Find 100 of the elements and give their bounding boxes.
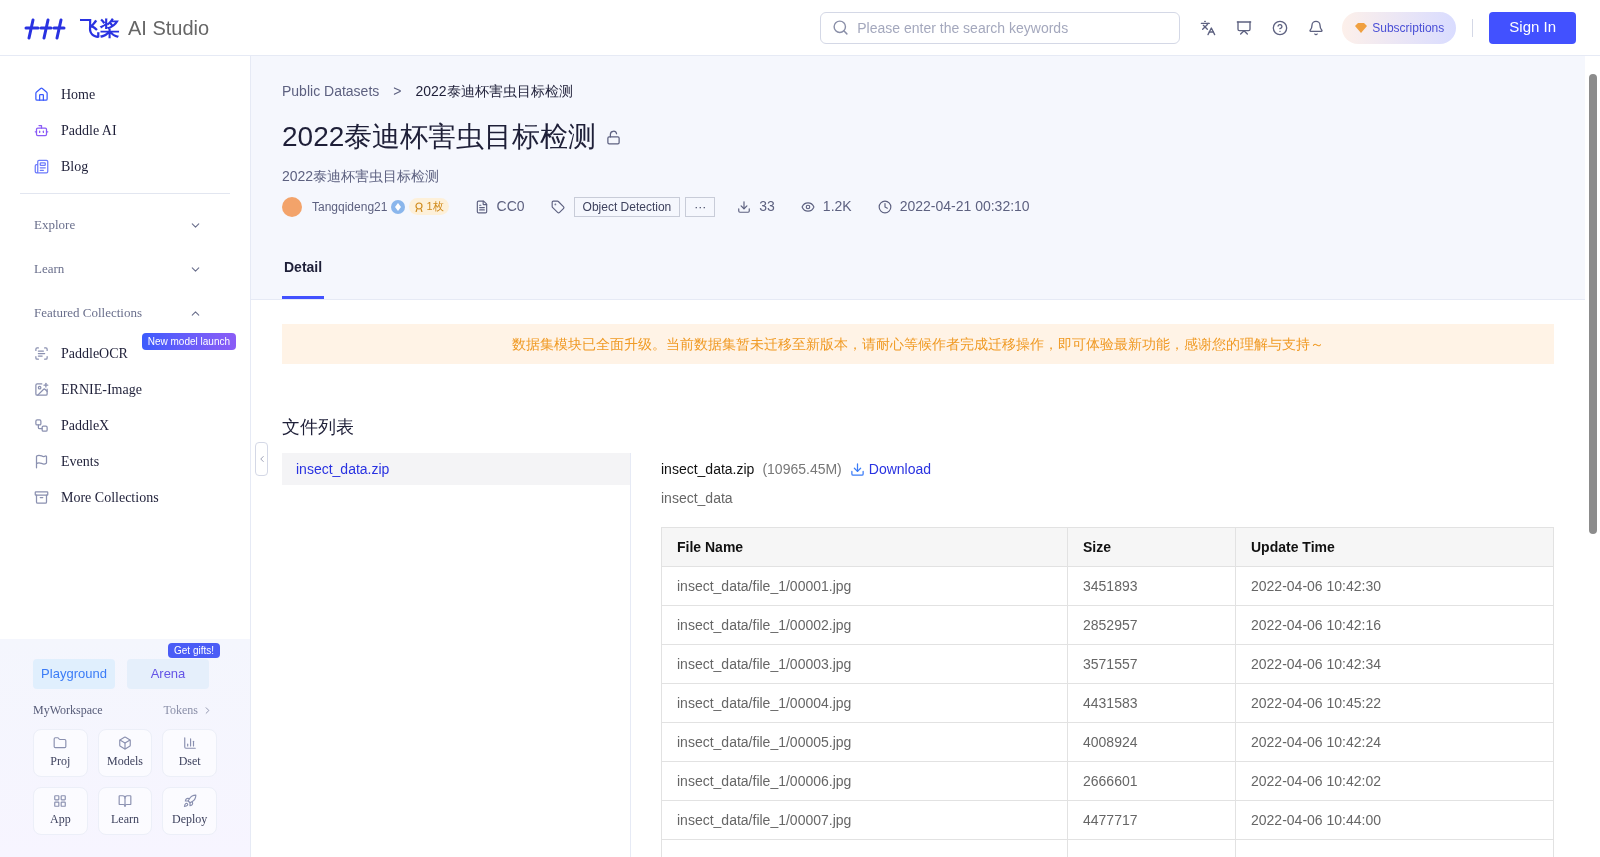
table-cell: 2022-04-06 10:42:30: [1235, 566, 1554, 606]
section-heading: 文件列表: [282, 416, 355, 439]
breadcrumb-link[interactable]: Public Datasets: [282, 81, 380, 102]
search-icon: [832, 18, 850, 36]
views-icon: [800, 199, 815, 214]
table-cell: 2852957: [1067, 605, 1236, 645]
sidebar-item[interactable]: Events: [20, 443, 114, 479]
workspace-tile[interactable]: Proj: [33, 729, 88, 777]
table-cell: insect_data/file_1/00002.jpg: [661, 605, 1068, 645]
table-cell: 3571557: [1067, 644, 1236, 684]
arena-button[interactable]: Arena: [127, 659, 209, 689]
column-header: Size: [1067, 527, 1236, 567]
download-count: 33: [759, 197, 775, 216]
section-header[interactable]: Featured Collections: [20, 291, 230, 335]
subscriptions-button[interactable]: Subscriptions: [1342, 11, 1457, 44]
table-cell: 2666601: [1067, 761, 1236, 801]
table-cell: 2022-04-06 10:42:02: [1235, 761, 1554, 801]
sidebar-item[interactable]: Home: [20, 76, 230, 112]
rocket-icon: [182, 794, 197, 808]
table-cell: 2022-04-06 10:42:16: [1235, 605, 1554, 645]
file-name: insect_data.zip: [661, 460, 755, 479]
column-header: Update Time: [1235, 527, 1554, 567]
screen-icon[interactable]: [1236, 19, 1253, 36]
download-count-icon: [737, 199, 752, 214]
avatar: [282, 196, 302, 217]
table-cell: 2022-04-06 10:44:00: [1235, 800, 1554, 840]
table-cell: 4477717: [1067, 800, 1236, 840]
table-cell: insect_data/file_1/00004.jpg: [661, 683, 1068, 723]
gifts-badge: Get gifts!: [168, 643, 220, 658]
verified-icon: [391, 199, 406, 214]
search-field[interactable]: Please enter the search keywords: [820, 11, 1181, 44]
clock-icon: [877, 199, 892, 214]
workspace-tile[interactable]: App: [33, 787, 88, 835]
chart-icon: [182, 736, 197, 750]
section-header[interactable]: Learn: [20, 247, 230, 291]
lock-icon: [606, 129, 622, 145]
workspace-tile[interactable]: Models: [97, 729, 153, 777]
home-icon: [34, 86, 49, 102]
sidebar-item[interactable]: PaddleX: [20, 407, 124, 443]
more-icon: [34, 489, 49, 505]
workspace-tile[interactable]: Deploy: [162, 787, 217, 835]
logo-cn-text: 飞桨: [80, 15, 120, 41]
notice-banner: 数据集模块已全面升级。当前数据集暂未迁移至新版本，请耐心等候作者完成迁移操作，即可体验最新功能，感谢您的理解与支持～: [282, 324, 1554, 364]
notification-icon[interactable]: [1308, 19, 1325, 36]
workspace-tile[interactable]: Dset: [162, 729, 217, 777]
sidebar-item[interactable]: PaddleOCR: [20, 335, 142, 371]
table-cell: 4431583: [1067, 683, 1236, 723]
blog-icon: [34, 158, 49, 174]
dataset-subtitle: 2022泰迪杯害虫目标检测: [282, 167, 441, 186]
breadcrumb-separator: >: [393, 82, 402, 101]
tag-chip[interactable]: ···: [685, 196, 716, 217]
bot-icon: [34, 122, 49, 138]
table-cell: 2022-04-06 10:42:24: [1235, 722, 1554, 762]
table-cell: insect_data/file_1/00005.jpg: [661, 722, 1068, 762]
tag-chip[interactable]: Object Detection: [573, 196, 681, 217]
download-icon: [849, 462, 865, 477]
translate-icon[interactable]: [1200, 19, 1217, 36]
table-cell: insect_data/file_1/00007.jpg: [661, 800, 1068, 840]
diamond-icon: [1354, 21, 1369, 34]
breadcrumb-current: 2022泰迪杯害虫目标检测: [415, 82, 573, 101]
column-header: File Name: [661, 527, 1068, 567]
table-cell: insect_data/file_1/00001.jpg: [661, 566, 1068, 606]
license-text: CC0: [496, 197, 525, 216]
file-list-item[interactable]: insect_data.zip: [282, 453, 630, 485]
table-cell: 3451893: [1067, 566, 1236, 606]
workspace-tile[interactable]: Learn: [97, 787, 153, 835]
table-cell: 2022-04-06 10:42:34: [1235, 644, 1554, 684]
apps-icon: [53, 794, 68, 808]
table-cell: insect_data/file_1/00003.jpg: [661, 644, 1068, 684]
author-name[interactable]: Tangqideng21: [312, 197, 388, 216]
tag-icon: [550, 199, 565, 214]
medal-icon: [414, 201, 425, 212]
file-size: (10965.45M): [762, 460, 842, 479]
sidebar-item[interactable]: More Collections: [20, 479, 173, 515]
cube-icon: [118, 736, 132, 750]
image-icon: [34, 381, 49, 397]
collapse-handle[interactable]: [255, 442, 268, 476]
book-icon: [118, 794, 132, 808]
workspace-label: MyWorkspace: [33, 702, 103, 719]
sign-in-button[interactable]: Sign In: [1489, 11, 1576, 44]
medal-badge: 1枚: [409, 198, 449, 215]
folder-name: insect_data: [661, 489, 734, 508]
created-date: 2022-04-21 00:32:10: [899, 197, 1030, 216]
section-header[interactable]: Explore: [20, 203, 230, 247]
logo-text: AI Studio: [128, 15, 210, 41]
dataset-title: 2022泰迪杯害虫目标检测: [282, 120, 597, 154]
sidebar-item[interactable]: ERNIE-Image: [20, 371, 156, 407]
tab[interactable]: Detail: [282, 257, 325, 299]
view-count: 1.2K: [822, 197, 852, 216]
table-cell: insect_data/file_1/00006.jpg: [661, 761, 1068, 801]
new-badge: New model launch: [141, 333, 236, 350]
license-icon: [474, 199, 489, 214]
sidebar-item[interactable]: Paddle AI: [20, 112, 230, 148]
folder-icon: [53, 736, 68, 750]
sidebar-item[interactable]: Blog: [20, 148, 230, 184]
table-cell: 4008924: [1067, 722, 1236, 762]
download-link[interactable]: Download: [849, 459, 932, 480]
help-icon[interactable]: [1272, 19, 1289, 36]
flag-icon: [34, 453, 49, 469]
table-cell: 2022-04-06 10:45:22: [1235, 683, 1554, 723]
